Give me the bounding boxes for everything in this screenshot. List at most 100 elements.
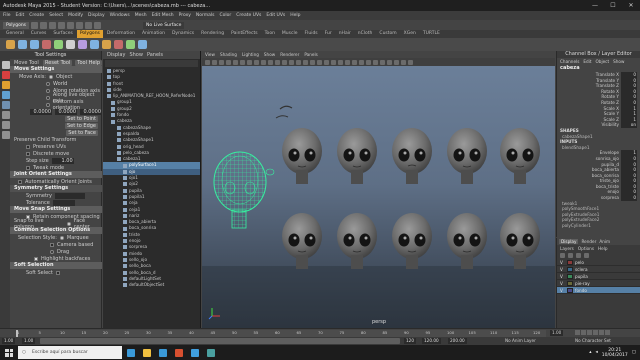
layer-color-swatch[interactable] bbox=[567, 287, 573, 293]
shelf-tool-icon[interactable] bbox=[102, 40, 111, 49]
viewport-tool-icon[interactable] bbox=[394, 59, 399, 65]
shelf-tab-painteffects[interactable]: PaintEffects bbox=[228, 30, 260, 38]
play-forward-icon[interactable] bbox=[593, 330, 598, 335]
channel-menu-edit[interactable]: Edit bbox=[583, 59, 591, 64]
3d-viewport[interactable]: persp bbox=[202, 66, 555, 328]
close-button[interactable]: ✕ bbox=[622, 2, 640, 9]
blendshape-head[interactable] bbox=[392, 128, 432, 184]
tool-help-button[interactable]: Tool Help bbox=[75, 59, 102, 66]
viewport-tool-icon[interactable] bbox=[401, 59, 406, 65]
viewport-tool-icon[interactable] bbox=[303, 59, 308, 65]
blendshape-head[interactable] bbox=[447, 128, 487, 184]
layer-visibility-toggle[interactable]: V bbox=[560, 267, 565, 272]
shelf-tab-animation[interactable]: Animation bbox=[139, 30, 168, 38]
time-ticks[interactable]: 1 5 10 15 20 25 30 35 40 45 50 55 60 65 70 75 80 85 90 95 10… bbox=[16, 330, 546, 337]
clock[interactable]: 20:21 10/04/2017 bbox=[602, 348, 628, 358]
blendshape-head[interactable] bbox=[392, 213, 432, 269]
viewport-tool-icon[interactable] bbox=[205, 59, 210, 65]
section-symmetry[interactable]: Symmetry Settings bbox=[10, 185, 102, 192]
shelf-tab-turtle[interactable]: TURTLE bbox=[420, 30, 443, 38]
layout-single-icon[interactable] bbox=[2, 111, 10, 119]
layer-color-swatch[interactable] bbox=[567, 280, 573, 286]
shelf-tool-icon[interactable] bbox=[30, 40, 39, 49]
viewport-tool-icon[interactable] bbox=[268, 59, 273, 65]
set-to-face-button[interactable]: Set to Face bbox=[66, 129, 98, 136]
menu-mesh[interactable]: Mesh bbox=[135, 13, 147, 18]
taskbar-app-icon[interactable] bbox=[188, 346, 202, 359]
layer-menu-layers[interactable]: Layers bbox=[560, 246, 574, 251]
layout-outliner-icon[interactable] bbox=[2, 131, 10, 139]
layer-up-icon[interactable] bbox=[560, 253, 565, 258]
shelf-tool-icon[interactable] bbox=[114, 40, 123, 49]
viewport-tool-icon[interactable] bbox=[331, 59, 336, 65]
shelf-tab-custom[interactable]: Custom bbox=[376, 30, 399, 38]
viewport-tool-icon[interactable] bbox=[387, 59, 392, 65]
marquee-radio[interactable] bbox=[59, 235, 64, 240]
current-frame-field[interactable]: 1.00 bbox=[550, 330, 564, 336]
windows-start-icon[interactable] bbox=[3, 347, 15, 359]
shelf-tab-fur[interactable]: Fur bbox=[322, 30, 335, 38]
layer-row[interactable]: Vpupila bbox=[557, 273, 640, 280]
new-layer-selected-icon[interactable] bbox=[584, 253, 589, 258]
world-radio[interactable] bbox=[46, 81, 50, 86]
viewport-tool-icon[interactable] bbox=[254, 59, 259, 65]
shelf-tab-toon[interactable]: Toon bbox=[262, 30, 278, 38]
axis-z-field[interactable]: 0.0000 bbox=[80, 108, 102, 115]
blendshape-head[interactable] bbox=[500, 213, 540, 269]
scale-tool-icon[interactable] bbox=[2, 81, 10, 89]
viewport-tool-icon[interactable] bbox=[289, 59, 294, 65]
layer-row[interactable]: Vpie-ray bbox=[557, 280, 640, 287]
menu-modify[interactable]: Modify bbox=[68, 13, 83, 18]
viewport-menu-panels[interactable]: Panels bbox=[304, 52, 317, 57]
shelf-tool-icon[interactable] bbox=[90, 40, 99, 49]
menu-edit-mesh[interactable]: Edit Mesh bbox=[152, 13, 174, 18]
playback-end-field[interactable]: 120 bbox=[404, 338, 416, 344]
taskbar-app-icon[interactable] bbox=[156, 346, 170, 359]
move-tool-icon[interactable] bbox=[2, 61, 10, 69]
viewport-tool-icon[interactable] bbox=[338, 59, 343, 65]
snap-curve-icon[interactable] bbox=[85, 21, 93, 29]
taskbar-app-icon[interactable] bbox=[172, 346, 186, 359]
shelf-tab-xgen[interactable]: XGen bbox=[401, 30, 419, 38]
minimize-button[interactable]: — bbox=[586, 2, 604, 9]
outliner-menu-panels[interactable]: Panels bbox=[147, 52, 163, 58]
layer-visibility-toggle[interactable]: V bbox=[560, 274, 565, 279]
notifications-icon[interactable]: ▢ bbox=[632, 350, 636, 355]
viewport-tool-icon[interactable] bbox=[233, 59, 238, 65]
viewport-tool-icon[interactable] bbox=[310, 59, 315, 65]
attribute-value[interactable]: 0 bbox=[621, 195, 637, 201]
shelf-tab-rendering[interactable]: Rendering bbox=[198, 30, 227, 38]
go-end-icon[interactable] bbox=[605, 330, 610, 335]
viewport-tool-icon[interactable] bbox=[380, 59, 385, 65]
channel-menu-channels[interactable]: Channels bbox=[560, 59, 579, 64]
along-live-radio[interactable] bbox=[46, 95, 50, 100]
start-time-field[interactable]: 1.00 bbox=[2, 338, 16, 344]
redo-icon[interactable] bbox=[58, 21, 66, 29]
layer-tab-anim[interactable]: Anim bbox=[599, 239, 610, 244]
drag-radio[interactable] bbox=[50, 249, 54, 254]
outliner-search-field[interactable] bbox=[105, 60, 198, 67]
symmetry-field[interactable] bbox=[54, 192, 85, 199]
shelf-tool-icon[interactable] bbox=[42, 40, 51, 49]
shelf-tool-icon[interactable] bbox=[78, 40, 87, 49]
layer-visibility-toggle[interactable]: V bbox=[560, 288, 565, 293]
layer-color-swatch[interactable] bbox=[567, 273, 573, 279]
viewport-tool-icon[interactable] bbox=[261, 59, 266, 65]
menu-edit-uvs[interactable]: Edit UVs bbox=[266, 13, 285, 18]
network-icon[interactable]: ▴ bbox=[589, 350, 591, 355]
section-move-settings[interactable]: Move Settings bbox=[10, 66, 102, 73]
selected-head-wireframe[interactable] bbox=[213, 151, 275, 229]
along-rotation-radio[interactable] bbox=[46, 88, 50, 93]
section-soft-selection[interactable]: Soft Selection bbox=[10, 262, 102, 269]
shelf-tab-nhair[interactable]: nHair bbox=[336, 30, 354, 38]
move-axis-object-radio[interactable] bbox=[49, 74, 53, 79]
menu-set-selector[interactable]: Polygons bbox=[3, 21, 30, 29]
step-forward-icon[interactable] bbox=[599, 330, 604, 335]
taskbar-app-icon[interactable] bbox=[124, 346, 138, 359]
menu-windows[interactable]: Windows bbox=[110, 13, 130, 18]
blendshape-head[interactable] bbox=[337, 128, 377, 184]
viewport-tool-icon[interactable] bbox=[247, 59, 252, 65]
axis-y-field[interactable]: 0.0000 bbox=[55, 108, 77, 115]
menu-proxy[interactable]: Proxy bbox=[179, 13, 191, 18]
menu-create[interactable]: Create bbox=[29, 13, 44, 18]
